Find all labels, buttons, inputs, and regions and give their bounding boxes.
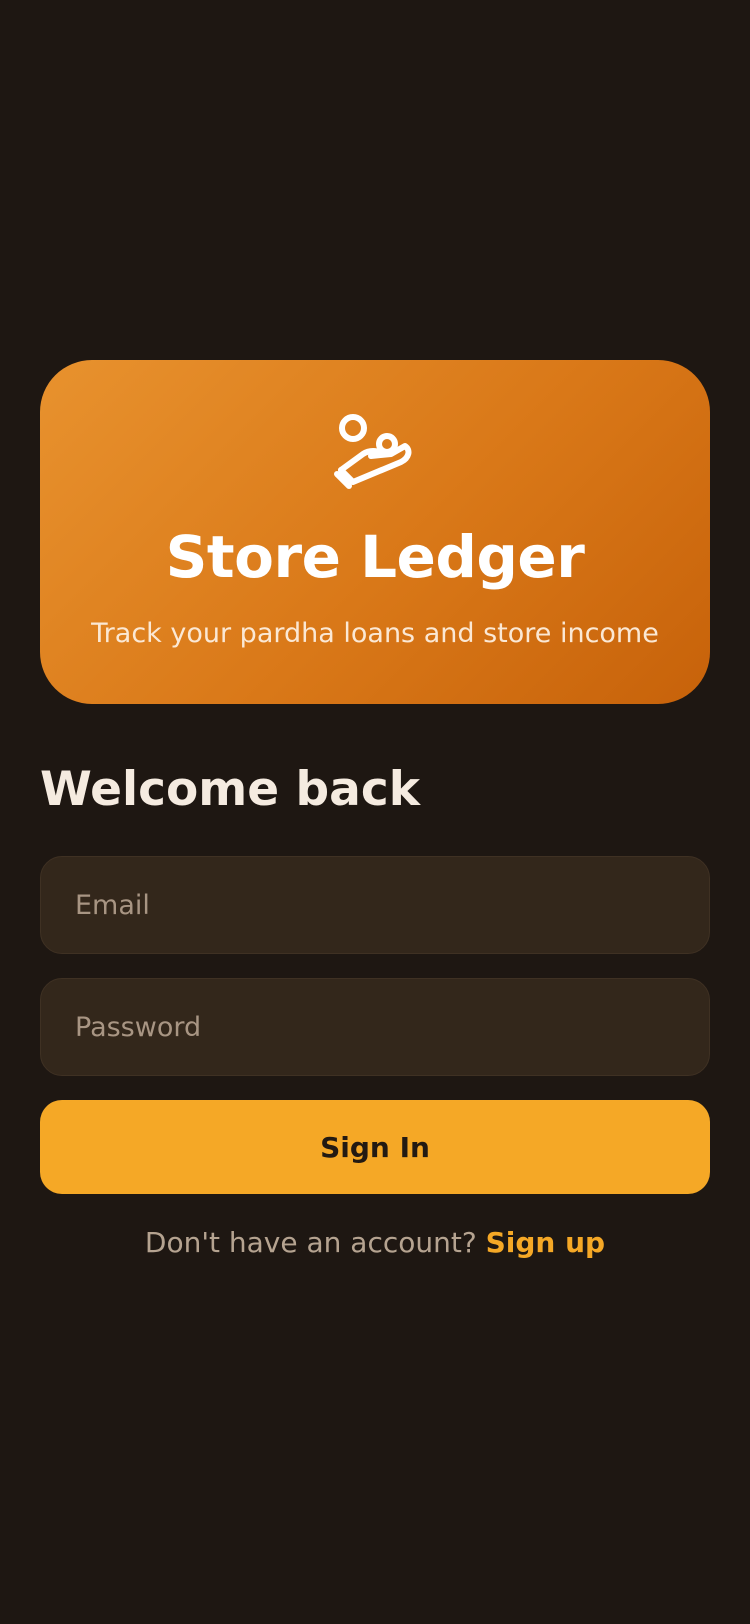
password-field-container [40, 978, 710, 1076]
email-field[interactable] [73, 888, 677, 922]
sign-up-link[interactable]: Sign up [486, 1226, 605, 1259]
hand-holding-coins-icon [334, 414, 412, 489]
password-field[interactable] [73, 1010, 677, 1044]
signup-prompt-row: Don't have an account? Sign up [0, 1226, 750, 1260]
brand-card: Store Ledger Track your pardha loans and… [40, 360, 710, 704]
app-subtitle: Track your pardha loans and store income [91, 618, 659, 649]
sign-in-button[interactable]: Sign In [40, 1100, 710, 1194]
email-field-container [40, 856, 710, 954]
signup-prompt-text: Don't have an account? [144, 1226, 486, 1259]
app-title: Store Ledger [165, 523, 585, 591]
welcome-heading: Welcome back [40, 762, 420, 817]
